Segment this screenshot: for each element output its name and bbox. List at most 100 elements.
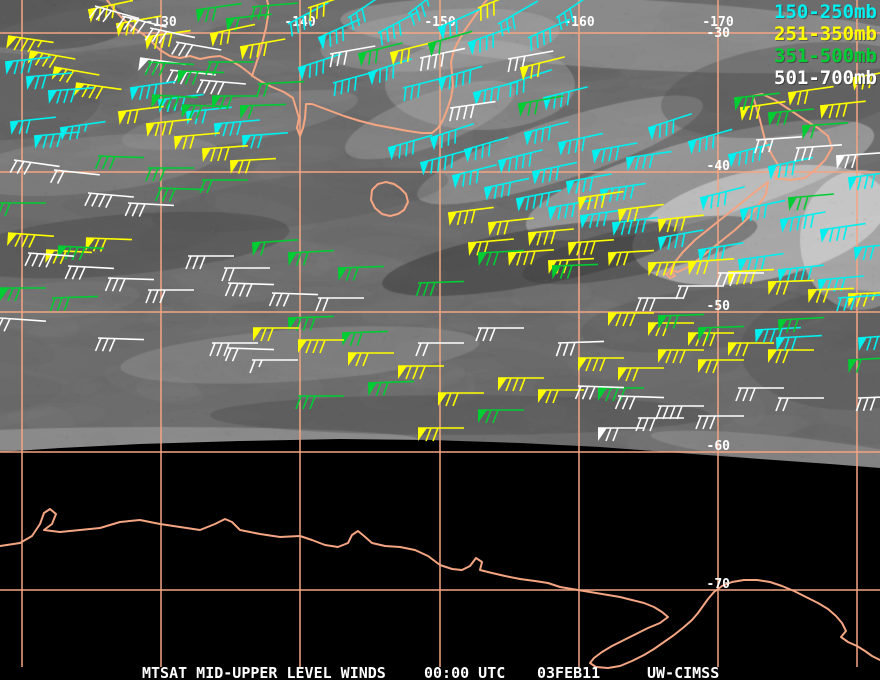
wind-barb: [171, 41, 222, 58]
wind-barb: [145, 118, 192, 137]
barb-staff: [695, 415, 744, 430]
wind-barb: [754, 135, 802, 154]
barb-staff: [835, 151, 880, 169]
barb-staff: [767, 108, 814, 126]
wind-barb: [497, 0, 539, 37]
wind-barb: [698, 359, 744, 374]
wind-barb: [74, 82, 122, 100]
wind-barb: [25, 72, 72, 90]
wind-barb: [268, 292, 318, 307]
wind-barb: [735, 387, 784, 402]
wind-barb: [64, 265, 114, 280]
wind-barb: [767, 108, 814, 126]
barb-pennant: [518, 102, 527, 117]
barb-pennant: [688, 333, 697, 346]
wind-barb: [94, 155, 144, 170]
barb-pennant: [202, 148, 211, 162]
barb-pennant: [768, 112, 777, 126]
wind-barb: [185, 255, 234, 270]
barb-pennant: [740, 106, 749, 121]
legend-item-501-700mb: 501-700mb: [774, 67, 877, 89]
barb-pennant: [802, 125, 811, 139]
barb-pennant: [578, 196, 587, 211]
barb-staff: [347, 0, 387, 31]
barb-pennant: [768, 350, 777, 363]
barb-pennant: [658, 350, 667, 363]
barb-pennant: [146, 123, 155, 137]
barb-pennant: [820, 105, 829, 119]
barb-staff: [527, 228, 574, 246]
barb-staff: [205, 61, 254, 76]
barb-staff: [196, 79, 246, 95]
barb-pennant: [34, 135, 43, 149]
wind-barb: [768, 349, 814, 364]
map-overlay: -130 -140 -150 -160 -170-30-40-50-60-70: [0, 0, 880, 680]
caption-title: MTSAT MID-UPPER LEVEL WINDS: [142, 664, 386, 680]
lat-label--60: -60: [707, 439, 731, 454]
pressure-level-legend: 150-250mb 251-350mb 351-500mb 501-700mb: [774, 1, 877, 89]
barb-staff: [0, 202, 46, 217]
barb-staff: [787, 85, 834, 105]
wind-barb: [145, 289, 194, 304]
wind-barb: [847, 356, 880, 373]
wind-barb: [472, 81, 518, 106]
wind-barb: [498, 377, 544, 392]
wind-barb: [437, 65, 483, 92]
barb-pennant: [626, 156, 635, 171]
barb-staff: [507, 248, 554, 266]
barb-staff: [817, 275, 864, 293]
barb-pennant: [780, 218, 789, 233]
wind-barb: [647, 113, 692, 141]
barb-pennant: [768, 281, 777, 295]
barb-staff: [787, 193, 834, 211]
barb-staff: [199, 179, 248, 194]
barb-pennant: [566, 180, 575, 195]
wind-barb: [608, 312, 654, 327]
lat-label--50: -50: [707, 299, 731, 314]
barb-pennant: [578, 358, 587, 371]
barb-pennant: [808, 289, 817, 303]
wind-barb: [0, 317, 46, 332]
barb-pennant: [858, 337, 867, 351]
barb-pennant: [778, 319, 787, 333]
wind-barb: [648, 322, 694, 337]
barb-staff: [64, 265, 114, 280]
wind-barb: [0, 202, 46, 217]
barb-pennant: [728, 343, 737, 356]
wind-barb: [607, 249, 654, 266]
wind-barb: [9, 159, 60, 175]
wind-barb: [255, 80, 304, 98]
wind-barb: [727, 268, 774, 285]
barb-pennant: [240, 105, 249, 119]
barb-pennant: [548, 206, 557, 221]
barb-staff: [224, 282, 274, 297]
barb-pennant: [398, 366, 407, 379]
barb-staff: [94, 337, 144, 352]
barb-staff: [145, 167, 194, 182]
barb-pennant: [776, 337, 785, 351]
barb-pennant: [538, 390, 547, 403]
wind-barb: [478, 409, 524, 424]
caption-time: 00:00 UTC: [424, 664, 506, 680]
barb-staff: [201, 144, 248, 162]
barb-pennant: [348, 353, 357, 366]
wind-barb: [517, 95, 564, 117]
barb-pennant: [854, 247, 863, 261]
barb-pennant: [174, 136, 183, 150]
barb-pennant: [836, 155, 845, 169]
satellite-wind-display: -130 -140 -150 -160 -170 -30 -40 -50 -60 -70 150-…: [0, 0, 880, 680]
wind-barb: [794, 143, 842, 162]
wind-barb: [775, 334, 822, 351]
barb-staff: [94, 155, 144, 170]
wind-barb: [515, 189, 562, 212]
barb-pennant: [818, 279, 827, 293]
barb-staff: [315, 297, 364, 312]
barb-pennant: [498, 378, 507, 391]
wind-barb: [337, 265, 384, 281]
lat-label--70: -70: [707, 577, 731, 592]
barb-pennant: [592, 149, 601, 164]
barb-staff: [467, 238, 514, 256]
barb-pennant: [612, 221, 621, 236]
barb-staff: [84, 192, 134, 208]
wind-barb: [287, 249, 334, 266]
